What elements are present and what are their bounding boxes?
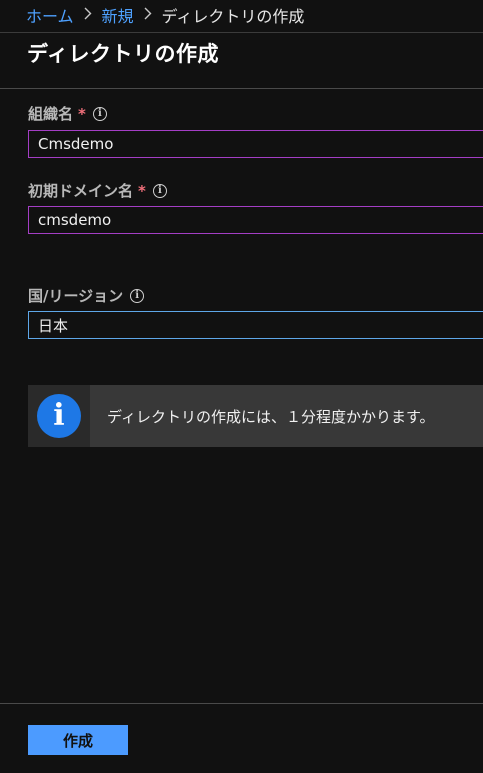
breadcrumb: ホーム 新規 ディレクトリの作成 bbox=[26, 4, 304, 26]
info-notice-icon-box: i bbox=[28, 385, 90, 447]
initial-domain-input[interactable]: cmsdemo bbox=[28, 206, 483, 234]
info-icon[interactable]: i bbox=[130, 288, 145, 303]
organization-name-input[interactable]: Cmsdemo bbox=[28, 130, 483, 158]
organization-name-label-text: 組織名 bbox=[28, 105, 74, 123]
required-indicator: * bbox=[138, 181, 146, 200]
info-icon[interactable]: i bbox=[92, 106, 107, 121]
info-notice-text: ディレクトリの作成には、１分程度かかります。 bbox=[107, 407, 435, 426]
info-icon[interactable]: i bbox=[152, 183, 167, 198]
footer-divider bbox=[0, 703, 483, 704]
header-divider bbox=[0, 32, 483, 33]
country-region-select[interactable]: 日本 bbox=[28, 311, 483, 339]
initial-domain-value: cmsdemo bbox=[38, 211, 112, 229]
country-region-label: 国/リージョン i bbox=[28, 285, 145, 306]
chevron-right-icon bbox=[140, 7, 156, 24]
country-region-label-text: 国/リージョン bbox=[28, 287, 124, 305]
initial-domain-label-text: 初期ドメイン名 bbox=[28, 182, 134, 200]
title-divider bbox=[0, 88, 483, 89]
organization-name-value: Cmsdemo bbox=[38, 135, 114, 153]
breadcrumb-current: ディレクトリの作成 bbox=[161, 7, 305, 26]
info-circle-icon: i bbox=[37, 394, 81, 438]
info-notice: i ディレクトリの作成には、１分程度かかります。 bbox=[28, 385, 483, 447]
create-button[interactable]: 作成 bbox=[28, 725, 128, 755]
chevron-right-icon bbox=[80, 7, 96, 24]
page-title: ディレクトリの作成 bbox=[27, 42, 220, 66]
organization-name-label: 組織名 * i bbox=[28, 103, 107, 124]
breadcrumb-new[interactable]: 新規 bbox=[102, 3, 134, 27]
initial-domain-label: 初期ドメイン名 * i bbox=[28, 180, 167, 201]
required-indicator: * bbox=[78, 104, 86, 123]
breadcrumb-home[interactable]: ホーム bbox=[26, 3, 74, 27]
country-region-value: 日本 bbox=[38, 316, 69, 335]
